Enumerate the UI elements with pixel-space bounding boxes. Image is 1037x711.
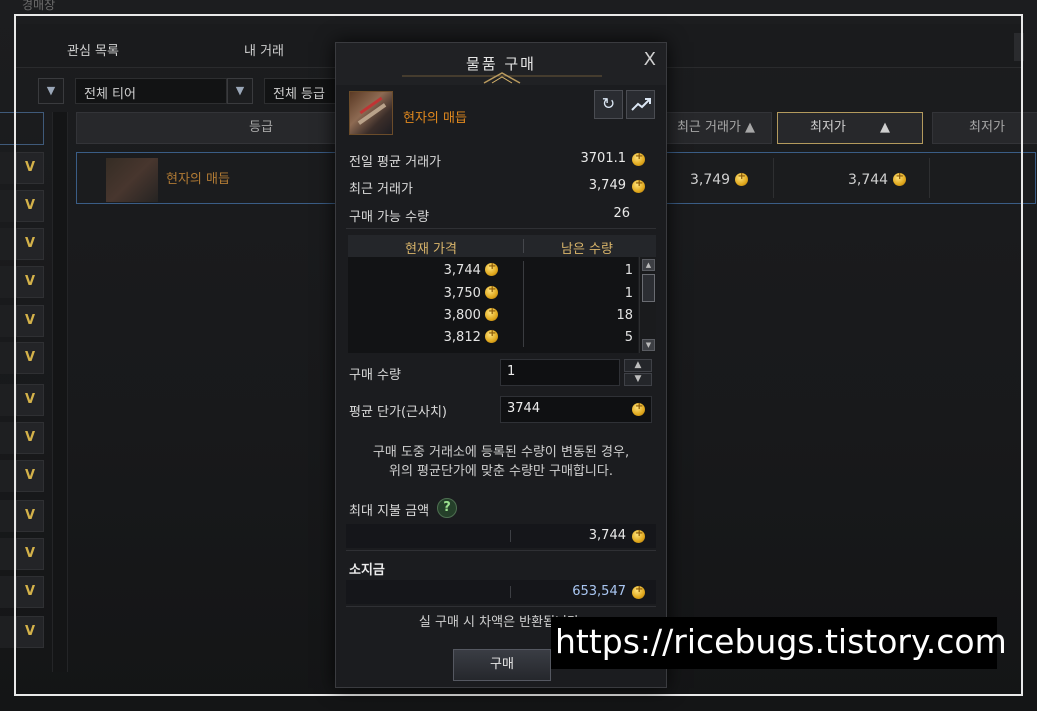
scroll-up-icon[interactable]: ▲: [642, 259, 655, 271]
gold-coin-icon: [632, 584, 645, 599]
purchase-dialog: 물품 구매 X 현자의 매듭 ↻ 전일 평균 거래가 3701.1 최근 거래가…: [335, 42, 667, 688]
balance-label: 소지금: [349, 563, 385, 578]
stat-label: 전일 평균 거래가: [349, 155, 441, 170]
column-separator: [523, 261, 524, 347]
column-header-remaining-qty: 남은 수량: [561, 242, 613, 257]
max-payment-label: 최대 지불 금액: [349, 504, 430, 519]
stat-value: 3701.1: [580, 151, 627, 166]
window-title: 경매장: [22, 0, 56, 12]
avg-unit-price-value: 3744: [507, 401, 541, 416]
quantity-decrease-button[interactable]: ▼: [624, 373, 652, 386]
gold-coin-icon: [485, 306, 498, 321]
buy-button[interactable]: 구매: [453, 649, 551, 681]
close-icon[interactable]: X: [644, 49, 656, 70]
avg-unit-price-field[interactable]: 3744: [500, 396, 652, 423]
quantity-input[interactable]: 1: [500, 359, 620, 386]
max-payment-value: 3,744: [588, 528, 626, 543]
help-icon[interactable]: ?: [437, 498, 457, 518]
price-table: 현재 가격 남은 수량 3,744 1 3,750 1 3,800 18 3,8…: [348, 235, 656, 353]
qty-cell: 1: [624, 286, 633, 301]
stat-value: 3,749: [588, 178, 626, 193]
quantity-label: 구매 수량: [349, 368, 401, 383]
price-chart-button[interactable]: [626, 90, 655, 119]
price-cell: 3,812: [443, 330, 481, 345]
divider: [346, 550, 656, 551]
qty-cell: 18: [616, 308, 633, 323]
chart-icon: [630, 98, 651, 111]
divider: [346, 606, 656, 607]
gold-coin-icon: [632, 401, 645, 416]
gold-coin-icon: [632, 178, 645, 193]
price-cell: 3,750: [443, 286, 481, 301]
scroll-down-icon[interactable]: ▼: [642, 339, 655, 351]
header-separator: [523, 239, 524, 253]
item-name: 현자의 매듭: [403, 111, 467, 126]
qty-cell: 5: [624, 330, 633, 345]
title-ornament-icon: [402, 72, 602, 84]
refresh-icon: ↻: [601, 94, 616, 113]
qty-cell: 1: [624, 263, 633, 278]
balance-value: 653,547: [572, 584, 626, 599]
watermark: https://ricebugs.tistory.com: [551, 617, 1007, 669]
gold-coin-icon: [632, 151, 645, 166]
divider: [346, 228, 656, 229]
stat-label: 최근 거래가: [349, 182, 413, 197]
quantity-increase-button[interactable]: ▲: [624, 359, 652, 372]
field-separator: [510, 586, 511, 598]
table-row[interactable]: 3,800: [348, 306, 498, 323]
gold-coin-icon: [632, 528, 645, 543]
column-header-current-price: 현재 가격: [405, 242, 457, 257]
purchase-notice: 위의 평균단가에 맞춘 수량만 구매합니다.: [389, 464, 613, 479]
table-row[interactable]: 3,812: [348, 328, 498, 345]
stat-value: 26: [613, 206, 630, 221]
gold-coin-icon: [485, 284, 498, 299]
item-icon: [349, 91, 393, 135]
purchase-notice: 구매 도중 거래소에 등록된 수량이 변동된 경우,: [372, 445, 630, 460]
price-cell: 3,800: [443, 308, 481, 323]
table-row[interactable]: 3,744: [348, 261, 498, 278]
table-row[interactable]: 3,750: [348, 284, 498, 301]
avg-unit-price-label: 평균 단가(근사치): [349, 405, 447, 420]
gold-coin-icon: [485, 261, 498, 276]
refresh-button[interactable]: ↻: [594, 90, 623, 119]
field-separator: [510, 530, 511, 542]
stat-label: 구매 가능 수량: [349, 210, 430, 225]
gold-coin-icon: [485, 328, 498, 343]
scroll-thumb[interactable]: [642, 274, 655, 302]
price-cell: 3,744: [443, 263, 481, 278]
table-scrollbar[interactable]: ▲ ▼: [639, 257, 656, 353]
